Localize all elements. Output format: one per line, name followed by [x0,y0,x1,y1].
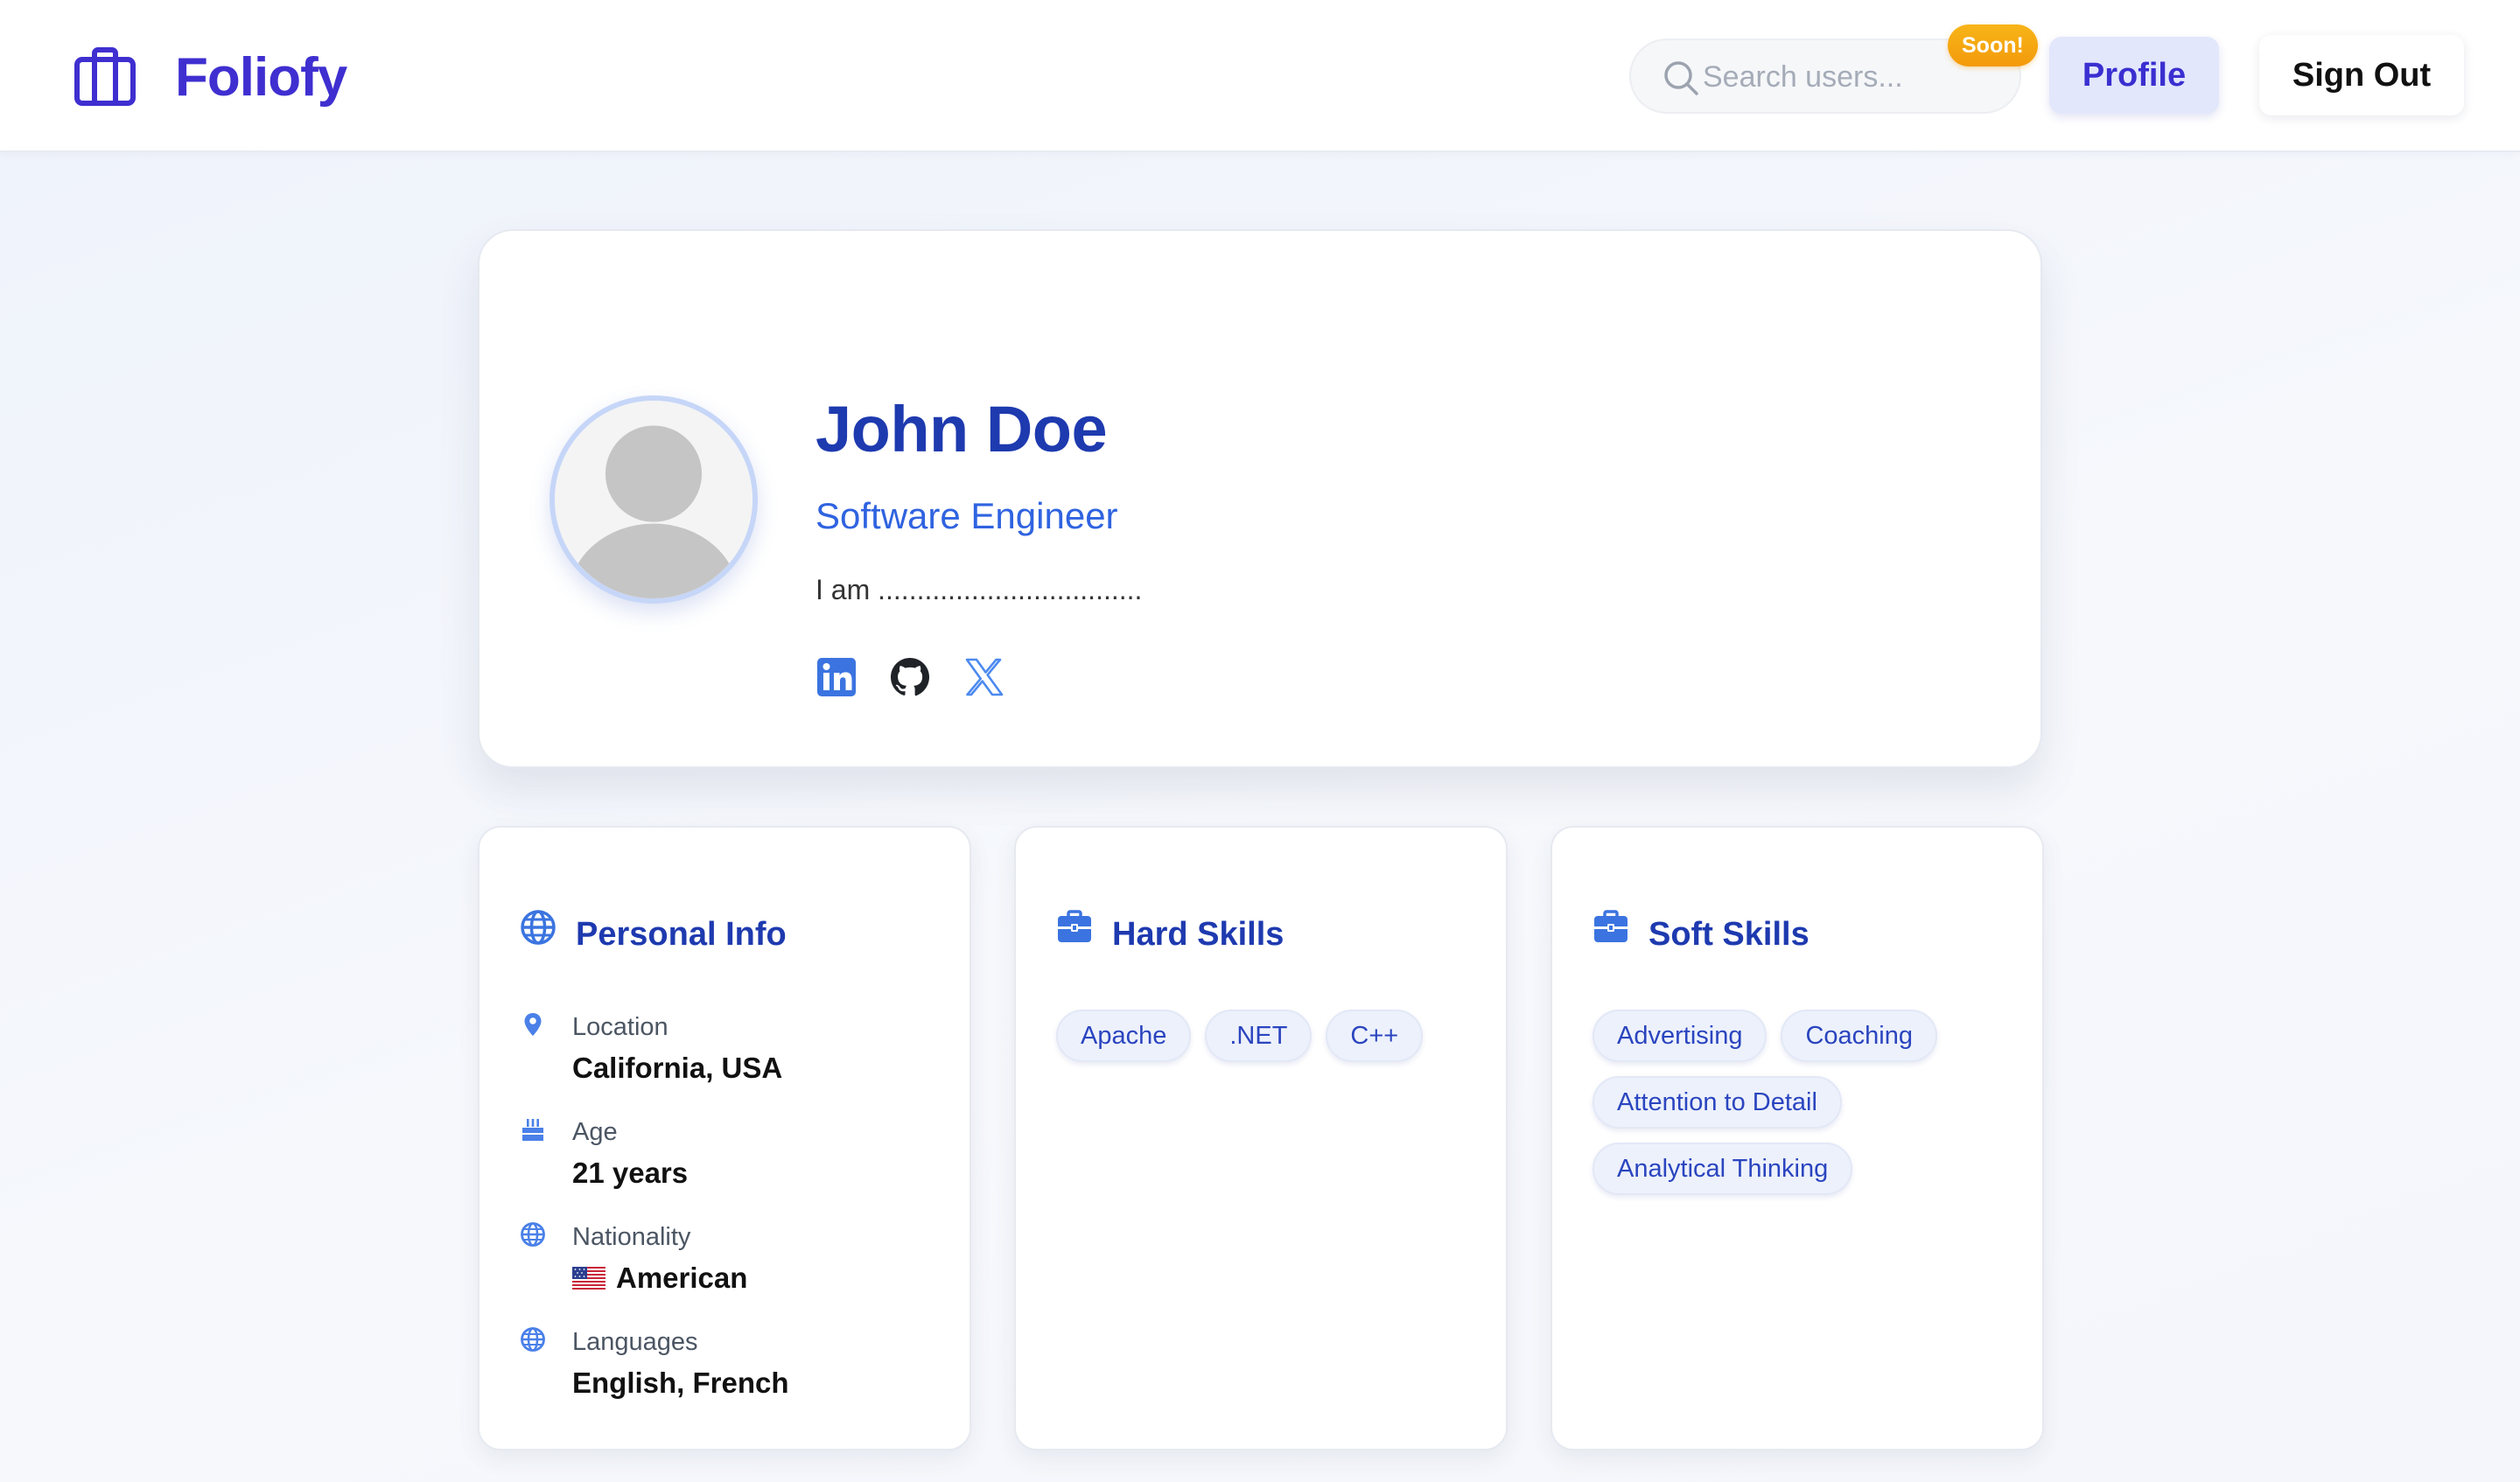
soft-skills-title: Soft Skills [1648,915,1810,953]
personal-info-header: Personal Info [520,908,787,961]
skill-tag[interactable]: .NET [1205,1010,1312,1062]
us-flag-icon [572,1267,606,1290]
profile-button[interactable]: Profile [2049,37,2219,114]
age-value: 21 years [572,1157,689,1189]
github-icon[interactable] [889,656,931,698]
skill-tag[interactable]: C++ [1326,1010,1424,1062]
age-label: Age [572,1118,618,1146]
briefcase-icon [1594,910,1628,942]
top-navbar: Foliofy Soon! Profile Sign Out [0,0,2520,152]
skill-tag[interactable]: Coaching [1781,1010,1937,1062]
profile-card: John Doe Software Engineer I am ........… [478,229,2042,768]
brand-name: Foliofy [175,46,347,108]
cake-icon [522,1119,543,1141]
nationality-value: American [616,1262,748,1294]
globe-icon [521,910,556,945]
soft-skills-tags: Advertising Coaching Attention to Detail… [1592,1010,2012,1195]
profile-job-title: Software Engineer [816,495,1118,536]
default-avatar-icon [555,401,752,598]
social-links [816,656,1004,698]
soft-skills-header: Soft Skills [1592,908,1810,961]
avatar [550,395,758,604]
sign-out-button[interactable]: Sign Out [2259,35,2464,115]
hard-skills-tags: Apache .NET C++ [1056,1010,1476,1062]
hard-skills-header: Hard Skills [1056,908,1284,961]
briefcase-icon [1058,910,1091,942]
personal-info-title: Personal Info [576,915,787,953]
personal-info-card: Personal Info Location California, USA A… [478,826,971,1451]
brand[interactable]: Foliofy [74,44,347,110]
hard-skills-card: Hard Skills Apache .NET C++ [1014,826,1508,1451]
soft-skills-card: Soft Skills Advertising Coaching Attenti… [1550,826,2044,1451]
soon-badge: Soon! [1948,24,2038,66]
profile-name: John Doe [816,393,1108,465]
languages-value: English, French [572,1367,789,1399]
briefcase-logo-icon [74,47,136,106]
globe-icon [521,1222,545,1247]
nationality-value-wrap: American [572,1262,747,1295]
skill-tag[interactable]: Analytical Thinking [1592,1143,1853,1195]
search-icon [1664,61,1698,95]
map-pin-icon [524,1013,542,1036]
location-label: Location [572,1013,668,1041]
skill-tag[interactable]: Advertising [1592,1010,1768,1062]
languages-label: Languages [572,1328,698,1356]
x-icon[interactable] [962,656,1004,698]
skill-tag[interactable]: Apache [1056,1010,1192,1062]
globe-icon [521,1327,545,1352]
location-value: California, USA [572,1052,783,1084]
skill-tag[interactable]: Attention to Detail [1592,1076,1842,1129]
linkedin-icon[interactable] [816,656,858,698]
nationality-label: Nationality [572,1223,691,1251]
search-input[interactable] [1703,52,1983,101]
profile-bio: I am .................................. [816,574,1143,605]
hard-skills-title: Hard Skills [1112,915,1284,953]
